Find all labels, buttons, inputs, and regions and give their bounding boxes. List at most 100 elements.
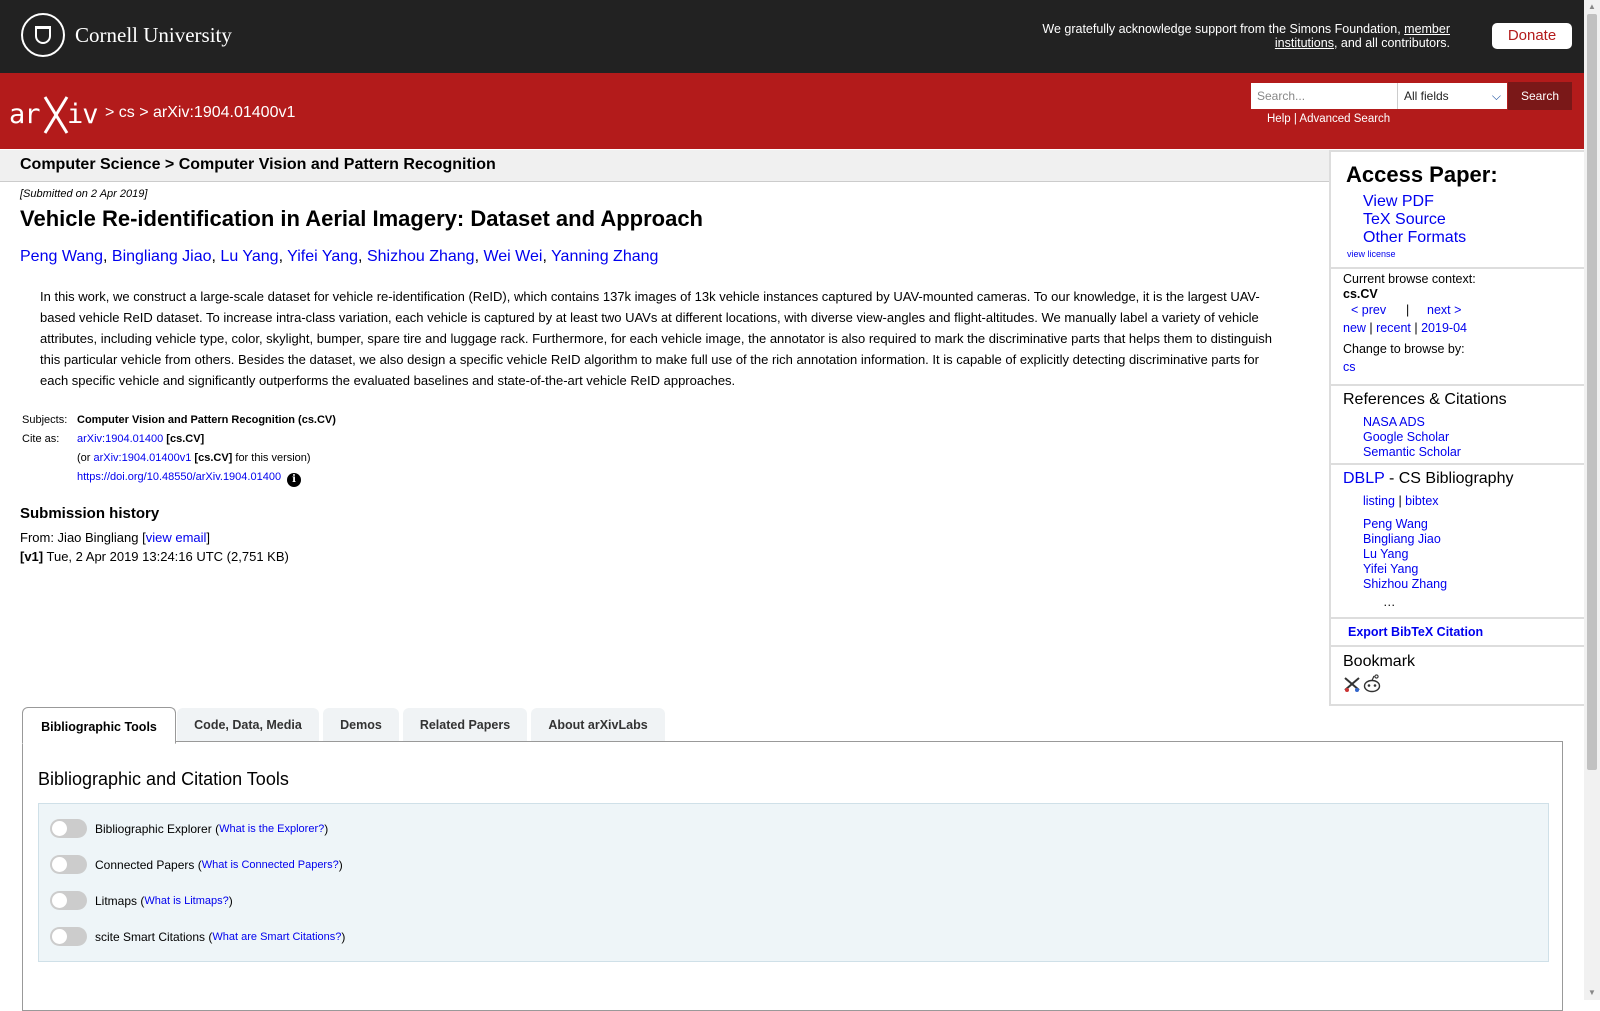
author-link[interactable]: Yanning Zhang	[551, 248, 658, 265]
bookmark-panel: Bookmark	[1331, 647, 1584, 704]
export-panel: Export BibTeX Citation	[1331, 619, 1584, 645]
more-authors-ellipsis: …	[1383, 595, 1396, 609]
scroll-up-icon[interactable]: ▲	[1584, 0, 1600, 14]
breadcrumb-cs[interactable]: cs	[119, 104, 135, 121]
google-scholar-link[interactable]: Google Scholar	[1363, 430, 1449, 444]
submission-date: [Submitted on 2 Apr 2019]	[20, 188, 148, 200]
access-paper-panel: Access Paper: View PDF TeX Source Other …	[1331, 152, 1584, 267]
acknowledgement: We gratefully acknowledge support from t…	[1042, 22, 1450, 50]
version-link[interactable]: [v1]	[20, 549, 43, 564]
bibsonomy-icon[interactable]	[1343, 675, 1361, 693]
dblp-link[interactable]: DBLP	[1343, 470, 1385, 487]
semantic-scholar-link[interactable]: Semantic Scholar	[1363, 445, 1461, 459]
litmaps-toggle[interactable]	[50, 891, 87, 910]
dblp-links: listing | bibtex	[1363, 494, 1439, 508]
dblp-author-link[interactable]: Bingliang Jiao	[1363, 532, 1441, 546]
submission-history-title: Submission history	[20, 505, 160, 522]
access-paper-title: Access Paper:	[1346, 162, 1498, 187]
cornell-logo[interactable]: Cornell University	[21, 13, 232, 57]
donate-button[interactable]: Donate	[1492, 23, 1572, 49]
connected-papers-toggle[interactable]	[50, 855, 87, 874]
view-pdf-link[interactable]: View PDF	[1363, 193, 1434, 211]
prev-next-separator: |	[1406, 303, 1410, 317]
tab-bibliographic-tools[interactable]: Bibliographic Tools	[22, 707, 176, 744]
prev-link[interactable]: < prev	[1351, 303, 1386, 317]
version-cite: (or arXiv:1904.01400v1 [cs.CV] for this …	[77, 452, 311, 464]
tex-source-link[interactable]: TeX Source	[1363, 211, 1446, 229]
author-link[interactable]: Yifei Yang	[287, 248, 358, 265]
references-panel: References & Citations NASA ADS Google S…	[1331, 386, 1584, 463]
bibliographic-explorer-toggle[interactable]	[50, 819, 87, 838]
new-link[interactable]: new	[1343, 321, 1366, 335]
breadcrumb-paper-id: arXiv:1904.01400v1	[153, 104, 296, 121]
search-field-select[interactable]: All fields ⌵	[1397, 83, 1507, 109]
bookmark-title: Bookmark	[1343, 653, 1416, 670]
reddit-icon[interactable]	[1363, 674, 1381, 693]
what-are-smart-citations-link[interactable]: What are Smart Citations?	[212, 931, 341, 943]
version-id-link[interactable]: arXiv:1904.01400v1	[94, 452, 192, 464]
view-email-link[interactable]: view email	[146, 530, 207, 545]
references-title: References & Citations	[1343, 391, 1507, 408]
listing-link[interactable]: listing	[1363, 494, 1395, 508]
subjects-label: Subjects:	[22, 414, 68, 426]
author-link[interactable]: Shizhou Zhang	[367, 248, 475, 265]
submitter: From: Jiao Bingliang [view email]	[20, 530, 211, 545]
cornell-seal-icon	[21, 13, 65, 57]
author-link[interactable]: Lu Yang	[220, 248, 278, 265]
dblp-author-link[interactable]: Peng Wang	[1363, 517, 1428, 531]
cite-as: arXiv:1904.01400 [cs.CV]	[77, 433, 205, 445]
abstract: In this work, we construct a large-scale…	[40, 289, 1273, 388]
dblp-author-link[interactable]: Lu Yang	[1363, 547, 1408, 561]
dblp-author-link[interactable]: Shizhou Zhang	[1363, 577, 1447, 591]
dblp-title: DBLP - CS Bibliography	[1343, 470, 1514, 487]
tool-row-scite: scite Smart Citations (What are Smart Ci…	[50, 927, 345, 946]
info-icon[interactable]: i	[287, 473, 302, 487]
doi-link[interactable]: https://doi.org/10.48550/arXiv.1904.0140…	[77, 471, 281, 483]
dblp-author-link[interactable]: Yifei Yang	[1363, 562, 1418, 576]
author-list: Peng Wang, Bingliang Jiao, Lu Yang, Yife…	[20, 248, 659, 265]
chevron-down-icon: ⌵	[1491, 89, 1501, 103]
paper-title: Vehicle Re-identification in Aerial Imag…	[20, 206, 703, 231]
search-button[interactable]: Search	[1508, 82, 1572, 110]
cite-id-link[interactable]: arXiv:1904.01400	[77, 433, 163, 445]
author-link[interactable]: Peng Wang	[20, 248, 103, 265]
export-bibtex-link[interactable]: Export BibTeX Citation	[1348, 625, 1483, 639]
browse-context-panel: Current browse context: cs.CV < prev | n…	[1331, 269, 1584, 384]
arxiv-logo-icon[interactable]: ar iv	[9, 93, 101, 135]
tab-related-papers[interactable]: Related Papers	[403, 708, 527, 742]
author-link[interactable]: Wei Wei	[483, 248, 542, 265]
author-link[interactable]: Bingliang Jiao	[112, 248, 212, 265]
tool-row-litmaps: Litmaps (What is Litmaps?)	[50, 891, 233, 910]
tool-row-bibliographic-explorer: Bibliographic Explorer (What is the Expl…	[50, 819, 328, 838]
svg-text:ar: ar	[9, 99, 40, 130]
subjects-value: Computer Vision and Pattern Recognition …	[77, 414, 336, 426]
other-formats-link[interactable]: Other Formats	[1363, 229, 1466, 247]
help-links: Help | Advanced Search	[1267, 113, 1391, 125]
arxiv-header: ar iv > cs > arXiv:1904.01400v1 All fiel…	[0, 73, 1584, 149]
recent-link[interactable]: recent	[1376, 321, 1411, 335]
month-link[interactable]: 2019-04	[1421, 321, 1467, 335]
dblp-panel: DBLP - CS Bibliography listing | bibtex …	[1331, 465, 1584, 617]
tab-demos[interactable]: Demos	[323, 708, 399, 742]
browse-listings: new | recent | 2019-04	[1343, 321, 1467, 335]
tab-about-arxivlabs[interactable]: About arXivLabs	[531, 708, 665, 742]
tab-code-data-media[interactable]: Code, Data, Media	[177, 708, 319, 742]
view-license-link[interactable]: view license	[1347, 249, 1396, 259]
advanced-search-link[interactable]: Advanced Search	[1299, 113, 1390, 125]
bibtex-link[interactable]: bibtex	[1405, 494, 1438, 508]
nasa-ads-link[interactable]: NASA ADS	[1363, 415, 1425, 429]
what-is-litmaps-link[interactable]: What is Litmaps?	[144, 895, 228, 907]
what-is-connected-papers-link[interactable]: What is Connected Papers?	[202, 859, 339, 871]
scite-toggle[interactable]	[50, 927, 87, 946]
subject-path: Computer Science > Computer Vision and P…	[20, 156, 496, 173]
tool-row-connected-papers: Connected Papers (What is Connected Pape…	[50, 855, 343, 874]
help-link[interactable]: Help	[1267, 113, 1291, 125]
what-is-explorer-link[interactable]: What is the Explorer?	[219, 823, 324, 835]
scrollbar-thumb[interactable]	[1587, 14, 1597, 770]
search-input[interactable]	[1251, 83, 1397, 109]
version-entry: [v1] Tue, 2 Apr 2019 13:24:16 UTC (2,751…	[20, 549, 289, 564]
cornell-name: Cornell University	[75, 22, 232, 47]
browse-cs-link[interactable]: cs	[1343, 360, 1356, 374]
next-link[interactable]: next >	[1427, 303, 1461, 317]
scroll-down-icon[interactable]: ▼	[1584, 986, 1600, 1000]
